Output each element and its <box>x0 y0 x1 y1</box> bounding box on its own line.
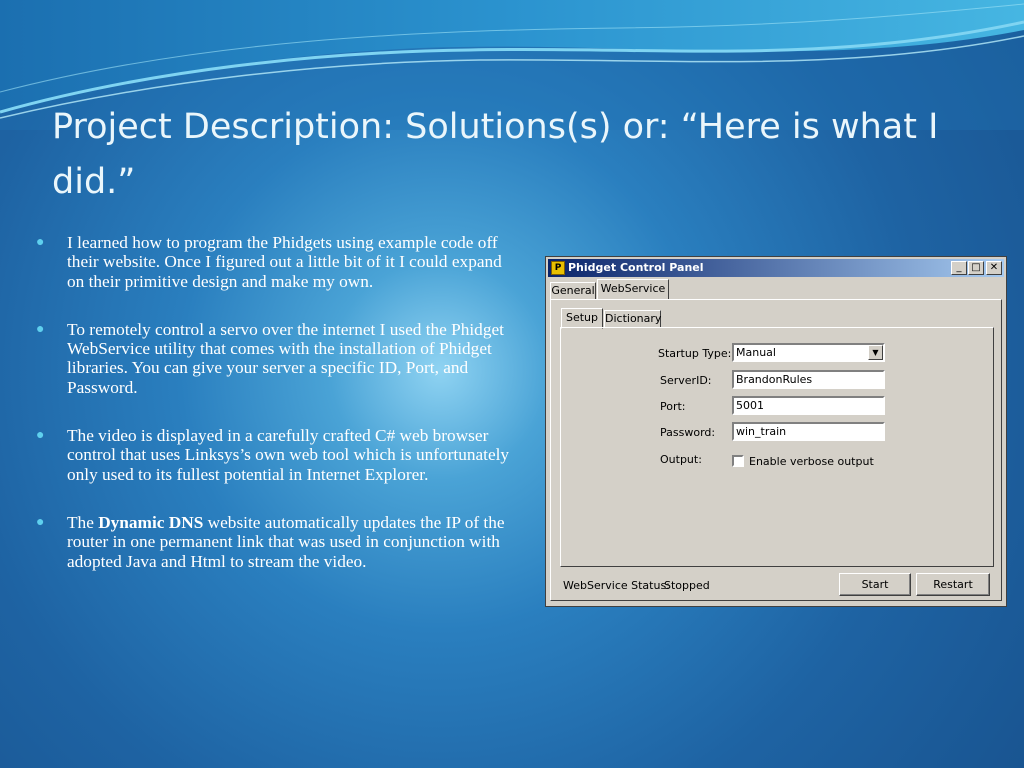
server-id-label: ServerID: <box>660 374 712 387</box>
bullet-dot-icon: ● <box>36 428 45 444</box>
port-label: Port: <box>660 400 686 413</box>
verbose-output-label[interactable]: Enable verbose output <box>749 455 874 468</box>
tab-general[interactable]: General <box>550 282 596 300</box>
bullet-text: The video is displayed in a carefully cr… <box>67 426 510 484</box>
webservice-status-label: WebService Status: <box>563 579 670 592</box>
bullet-item: ● I learned how to program the Phidgets … <box>36 233 516 291</box>
maximize-button[interactable]: □ <box>968 261 984 275</box>
bullet-text-prefix: The <box>67 512 99 532</box>
server-id-input[interactable]: BrandonRules <box>732 370 885 389</box>
startup-type-value: Manual <box>736 346 776 359</box>
password-label: Password: <box>660 426 716 439</box>
bullet-text: I learned how to program the Phidgets us… <box>67 233 502 291</box>
webservice-status-value: Stopped <box>664 579 710 592</box>
chevron-down-icon[interactable]: ▼ <box>868 345 883 360</box>
bullet-dot-icon: ● <box>36 514 45 530</box>
bullet-item: ● The video is displayed in a carefully … <box>36 426 516 484</box>
setup-tab-panel <box>560 327 994 567</box>
bullet-item: ● The Dynamic DNS website automatically … <box>36 513 516 571</box>
window-title: Phidget Control Panel <box>568 261 704 274</box>
bullet-dot-icon: ● <box>36 235 45 250</box>
window-titlebar[interactable]: P Phidget Control Panel _ □ ✕ <box>548 259 1004 277</box>
slide-title: Project Description: Solutions(s) or: “H… <box>52 107 939 202</box>
bullet-list: ● I learned how to program the Phidgets … <box>36 233 516 571</box>
phidget-control-panel-window: P Phidget Control Panel _ □ ✕ General We… <box>545 256 1007 607</box>
password-input[interactable]: win_train <box>732 422 885 441</box>
startup-type-dropdown[interactable]: Manual ▼ <box>732 343 885 362</box>
minimize-button[interactable]: _ <box>951 261 967 275</box>
output-label: Output: <box>660 453 702 466</box>
tab-setup[interactable]: Setup <box>561 308 603 329</box>
bullet-bold-text: Dynamic DNS <box>98 512 204 532</box>
port-input[interactable]: 5001 <box>732 396 885 415</box>
tab-dictionary[interactable]: Dictionary <box>604 310 661 328</box>
verbose-output-checkbox[interactable] <box>732 455 744 467</box>
bullet-dot-icon: ● <box>36 321 45 337</box>
close-button[interactable]: ✕ <box>986 261 1002 275</box>
restart-button[interactable]: Restart <box>916 573 990 596</box>
bullet-item: ● To remotely control a servo over the i… <box>36 320 516 397</box>
start-button[interactable]: Start <box>839 573 911 596</box>
tab-webservice[interactable]: WebService <box>597 279 669 300</box>
bullet-text: To remotely control a servo over the int… <box>67 319 504 397</box>
phidget-app-icon: P <box>551 261 565 275</box>
startup-type-label: Startup Type: <box>658 347 732 360</box>
